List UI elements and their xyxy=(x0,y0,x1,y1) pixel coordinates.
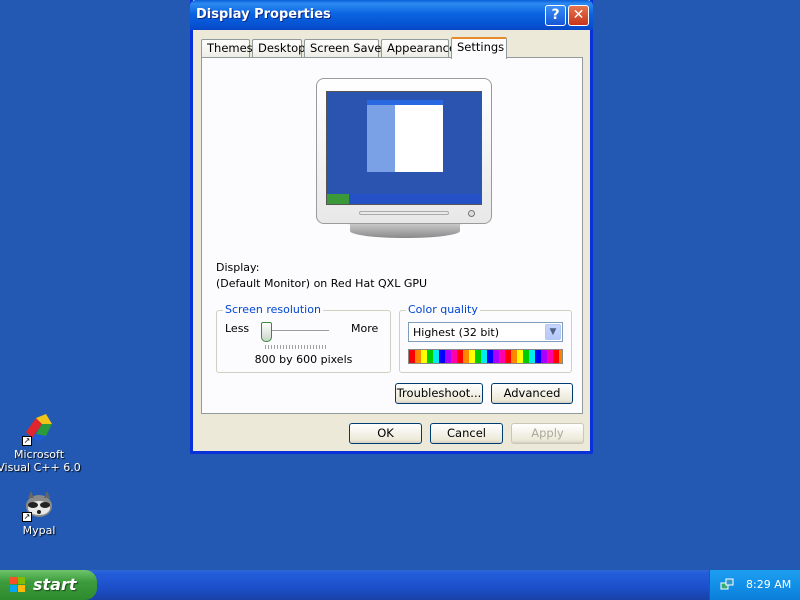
less-label: Less xyxy=(225,322,250,335)
close-button[interactable]: ✕ xyxy=(568,5,589,26)
display-label: Display: xyxy=(216,261,260,274)
display-device: (Default Monitor) on Red Hat QXL GPU xyxy=(216,277,428,290)
color-quality-group: Color quality Highest (32 bit) ▼ xyxy=(399,303,572,373)
desktop-icon-visual-cpp[interactable]: ↗ Microsoft Visual C++ 6.0 xyxy=(0,412,81,474)
troubleshoot-button[interactable]: Troubleshoot... xyxy=(395,383,483,404)
tab-themes[interactable]: Themes xyxy=(201,39,253,58)
shortcut-arrow-icon: ↗ xyxy=(22,436,32,446)
tab-settings[interactable]: Settings xyxy=(451,37,507,59)
resolution-slider-track[interactable] xyxy=(263,330,329,333)
network-tray-icon[interactable] xyxy=(720,578,734,592)
system-tray: 8:29 AM xyxy=(709,570,800,600)
monitor-stand xyxy=(350,224,460,238)
window-title: Display Properties xyxy=(196,7,331,22)
color-quality-legend: Color quality xyxy=(406,303,480,316)
color-quality-value: Highest (32 bit) xyxy=(413,326,500,339)
title-bar[interactable]: Display Properties ? ✕ xyxy=(190,0,593,30)
shortcut-arrow-icon: ↗ xyxy=(22,512,32,522)
chevron-down-icon[interactable]: ▼ xyxy=(545,324,561,340)
start-button[interactable]: start xyxy=(0,570,97,600)
screen-resolution-legend: Screen resolution xyxy=(223,303,323,316)
cancel-button[interactable]: Cancel xyxy=(430,423,503,444)
monitor-power-icon xyxy=(468,210,475,217)
tab-screen-saver[interactable]: Screen Saver xyxy=(304,39,386,58)
slider-ticks xyxy=(265,345,327,349)
screen-resolution-group: Screen resolution Less More 800 by 600 p… xyxy=(216,303,391,373)
mypal-raccoon-icon: ↗ xyxy=(22,488,56,522)
taskbar: start 8:29 AM xyxy=(0,570,800,600)
visual-cpp-icon: ↗ xyxy=(22,412,56,446)
apply-button[interactable]: Apply xyxy=(511,423,584,444)
start-label: start xyxy=(33,575,77,594)
color-spectrum-bar xyxy=(408,349,563,364)
resolution-value: 800 by 600 pixels xyxy=(254,353,353,366)
more-label: More xyxy=(351,322,379,335)
desktop-icon-label: Mypal xyxy=(22,524,56,537)
monitor-screen xyxy=(326,91,482,205)
desktop-icon-label: Microsoft Visual C++ 6.0 xyxy=(0,448,81,474)
advanced-button[interactable]: Advanced xyxy=(491,383,573,404)
preview-start xyxy=(327,194,349,204)
clock[interactable]: 8:29 AM xyxy=(746,578,791,591)
settings-panel: Display: (Default Monitor) on Red Hat QX… xyxy=(201,57,583,414)
monitor-preview xyxy=(316,78,492,224)
ok-button[interactable]: OK xyxy=(349,423,422,444)
tab-appearance[interactable]: Appearance xyxy=(381,39,456,58)
help-button[interactable]: ? xyxy=(545,5,566,26)
windows-logo-icon xyxy=(10,577,26,593)
desktop-icon-mypal[interactable]: ↗ Mypal xyxy=(0,488,81,537)
resolution-slider-thumb[interactable] xyxy=(261,322,272,342)
preview-window xyxy=(367,100,443,172)
preview-taskbar xyxy=(327,194,481,204)
color-quality-select[interactable]: Highest (32 bit) ▼ xyxy=(408,322,563,342)
tab-desktop[interactable]: Desktop xyxy=(252,39,305,58)
display-properties-window: Display Properties ? ✕ Themes Desktop Sc… xyxy=(190,0,593,454)
